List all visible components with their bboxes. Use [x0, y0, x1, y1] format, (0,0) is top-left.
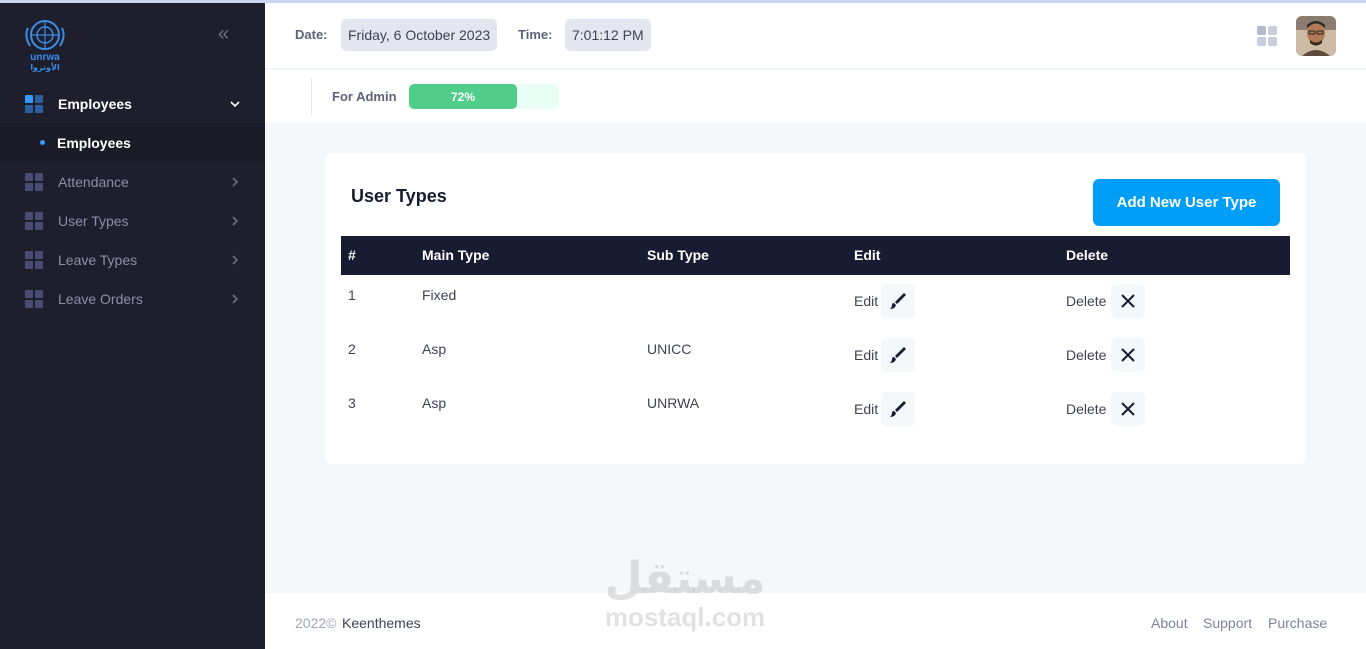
- apps-grid-icon[interactable]: [1257, 26, 1277, 46]
- delete-button[interactable]: [1111, 338, 1145, 372]
- sidebar-subitem-label: Employees: [57, 134, 131, 151]
- column-header-main-type: Main Type: [422, 247, 490, 263]
- close-icon: [1121, 348, 1135, 362]
- brush-icon: [890, 293, 906, 309]
- delete-label: Delete: [1066, 401, 1107, 417]
- user-types-card: User Types Add New User Type # Main Type…: [325, 153, 1306, 464]
- edit-label: Edit: [854, 347, 879, 363]
- watermark-arabic: مستقل: [604, 553, 766, 604]
- chevron-down-icon: [229, 96, 241, 112]
- sidebar-item-user-types[interactable]: User Types: [0, 201, 265, 240]
- sidebar-item-label: User Types: [58, 212, 129, 229]
- delete-button[interactable]: [1111, 284, 1145, 318]
- cell-number: 1: [348, 287, 356, 303]
- sidebar-item-leave-types[interactable]: Leave Types: [0, 240, 265, 279]
- delete-label: Delete: [1066, 293, 1107, 309]
- cell-number: 2: [348, 341, 356, 357]
- close-icon: [1121, 402, 1135, 416]
- sidebar-item-employees[interactable]: Employees: [0, 84, 265, 123]
- footer-link-about[interactable]: About: [1151, 615, 1188, 631]
- chevron-right-icon: [229, 252, 241, 268]
- column-header-number: #: [348, 247, 356, 263]
- footer-link-support[interactable]: Support: [1203, 615, 1252, 631]
- user-avatar[interactable]: [1296, 16, 1336, 56]
- column-header-edit: Edit: [854, 247, 881, 263]
- card-title: User Types: [351, 186, 447, 206]
- bullet-icon: [40, 140, 45, 145]
- sidebar-item-leave-orders[interactable]: Leave Orders: [0, 279, 265, 318]
- divider: [311, 78, 312, 115]
- edit-label: Edit: [854, 401, 879, 417]
- sidebar-item-label: Leave Orders: [58, 290, 143, 307]
- time-label: Time:: [518, 27, 553, 42]
- brush-icon: [890, 401, 906, 417]
- sidebar-item-label: Attendance: [58, 173, 129, 190]
- cell-sub-type: UNICC: [647, 341, 692, 357]
- role-label: For Admin: [332, 89, 397, 104]
- un-emblem-icon: unrwa الأونروا: [25, 20, 65, 72]
- brush-icon: [890, 347, 906, 363]
- cell-main-type: Asp: [422, 341, 447, 357]
- edit-button[interactable]: [881, 338, 915, 372]
- copyright-brand-link[interactable]: Keenthemes: [342, 615, 421, 631]
- sidebar: unrwa الأونروا « Employees Employees Att…: [0, 0, 265, 649]
- close-icon: [1121, 294, 1135, 308]
- top-header: Date: Friday, 6 October 2023 Time: 7:01:…: [265, 3, 1366, 69]
- table-row: 1 Fixed Edit Delete: [341, 278, 1290, 332]
- grid-icon: [25, 94, 43, 113]
- progress-fill: 72%: [409, 84, 517, 109]
- watermark: مستقل mostaql.com: [600, 555, 770, 635]
- grid-icon: [25, 250, 43, 269]
- window-top-border: [0, 0, 1366, 3]
- chevron-right-icon: [229, 291, 241, 307]
- sidebar-item-label: Employees: [58, 95, 132, 112]
- edit-button[interactable]: [881, 392, 915, 426]
- add-new-user-type-button[interactable]: Add New User Type: [1093, 179, 1280, 226]
- edit-label: Edit: [854, 293, 879, 309]
- cell-sub-type: UNRWA: [647, 395, 700, 411]
- watermark-latin: mostaql.com: [604, 602, 766, 632]
- cell-number: 3: [348, 395, 356, 411]
- svg-text:unrwa: unrwa: [30, 52, 60, 63]
- chevron-right-icon: [229, 174, 241, 190]
- column-header-sub-type: Sub Type: [647, 247, 709, 263]
- grid-icon: [25, 289, 43, 308]
- date-value: Friday, 6 October 2023: [341, 19, 498, 51]
- collapse-sidebar-icon[interactable]: «: [218, 24, 238, 44]
- table-row: 3 Asp UNRWA Edit Delete: [341, 386, 1290, 440]
- copyright-year: 2022©: [295, 615, 337, 631]
- unrwa-logo[interactable]: unrwa الأونروا: [22, 16, 68, 72]
- sidebar-subitem-employees[interactable]: Employees: [0, 123, 265, 162]
- footer: 2022© Keenthemes About Support Purchase: [265, 593, 1366, 649]
- sidebar-nav: Employees Employees Attendance User Type…: [0, 84, 265, 318]
- user-photo-icon: [1296, 16, 1336, 56]
- svg-text:الأونروا: الأونروا: [30, 62, 60, 72]
- cell-main-type: Fixed: [422, 287, 457, 303]
- sub-header: For Admin 72%: [265, 70, 1366, 123]
- footer-link-purchase[interactable]: Purchase: [1268, 615, 1327, 631]
- date-label: Date:: [295, 27, 328, 42]
- table-row: 2 Asp UNICC Edit Delete: [341, 332, 1290, 386]
- grid-icon: [25, 172, 43, 191]
- table-header: # Main Type Sub Type Edit Delete: [341, 236, 1290, 275]
- edit-button[interactable]: [881, 284, 915, 318]
- delete-label: Delete: [1066, 347, 1107, 363]
- grid-icon: [25, 211, 43, 230]
- chevron-right-icon: [229, 213, 241, 229]
- column-header-delete: Delete: [1066, 247, 1109, 263]
- sidebar-item-attendance[interactable]: Attendance: [0, 162, 265, 201]
- admin-progress-bar: 72%: [409, 84, 559, 109]
- cell-main-type: Asp: [422, 395, 447, 411]
- sidebar-item-label: Leave Types: [58, 251, 138, 268]
- delete-button[interactable]: [1111, 392, 1145, 426]
- time-value: 7:01:12 PM: [565, 19, 651, 51]
